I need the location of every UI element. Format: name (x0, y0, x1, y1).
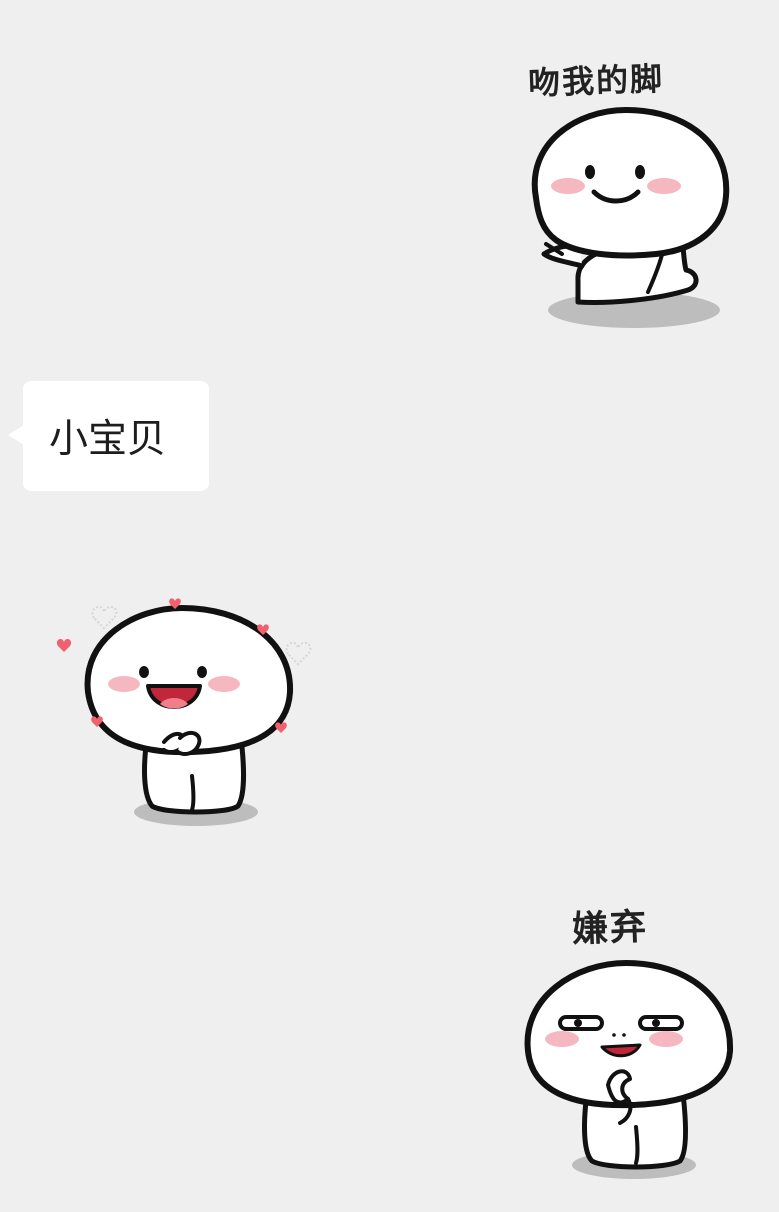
sticker-message-disgusted[interactable]: 嫌弃 (516, 895, 746, 1195)
message-text: 小宝贝 (49, 417, 167, 462)
happy-hearts-sticker-icon (56, 598, 312, 826)
disgusted-sticker-icon (524, 960, 734, 1179)
text-message-row[interactable]: 小宝贝 (8, 381, 209, 491)
sticker-caption: 嫌弃 (571, 906, 649, 951)
bubble-tail (8, 425, 24, 445)
sticker-message-kiss-my-feet[interactable]: 吻我的脚 (516, 52, 746, 342)
kiss-my-feet-sticker-icon (531, 107, 730, 328)
chat-message-list[interactable]: 吻我的脚 小宝贝 嫌弃 (0, 0, 779, 1212)
sticker-message-happy[interactable] (52, 598, 322, 840)
text-message-bubble[interactable]: 小宝贝 (23, 381, 209, 491)
sticker-caption: 吻我的脚 (527, 59, 665, 103)
